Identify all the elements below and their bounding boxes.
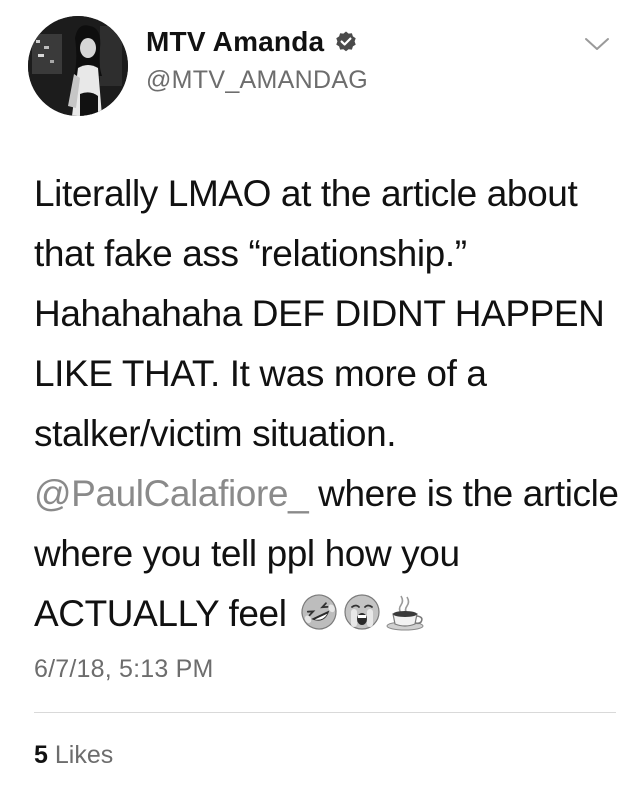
hot-beverage-icon — [385, 590, 427, 650]
user-handle[interactable]: @MTV_AMANDAG — [146, 66, 368, 95]
chevron-down-icon[interactable] — [584, 36, 610, 52]
mention-link[interactable]: @PaulCalafiore_ — [34, 473, 309, 514]
tweet-text: Literally LMAO at the article about that… — [34, 164, 624, 650]
tweet-timestamp[interactable]: 6/7/18, 5:13 PM — [34, 655, 214, 684]
tweet-card: MTV Amanda @MTV_AMANDAG Literally LMAO a… — [0, 0, 640, 789]
verified-badge-icon — [334, 30, 358, 54]
display-name[interactable]: MTV Amanda — [146, 26, 324, 58]
divider — [34, 712, 616, 713]
rolling-on-floor-laughing-icon — [299, 590, 339, 650]
likes-label: Likes — [54, 741, 114, 769]
likes-stat[interactable]: 5 Likes — [34, 741, 113, 770]
crying-face-icon — [342, 590, 382, 650]
name-row: MTV Amanda — [146, 26, 358, 58]
avatar[interactable] — [28, 16, 128, 116]
likes-count: 5 — [34, 741, 48, 769]
profile-photo — [28, 16, 128, 116]
tweet-text-part1: Literally LMAO at the article about that… — [34, 173, 605, 454]
